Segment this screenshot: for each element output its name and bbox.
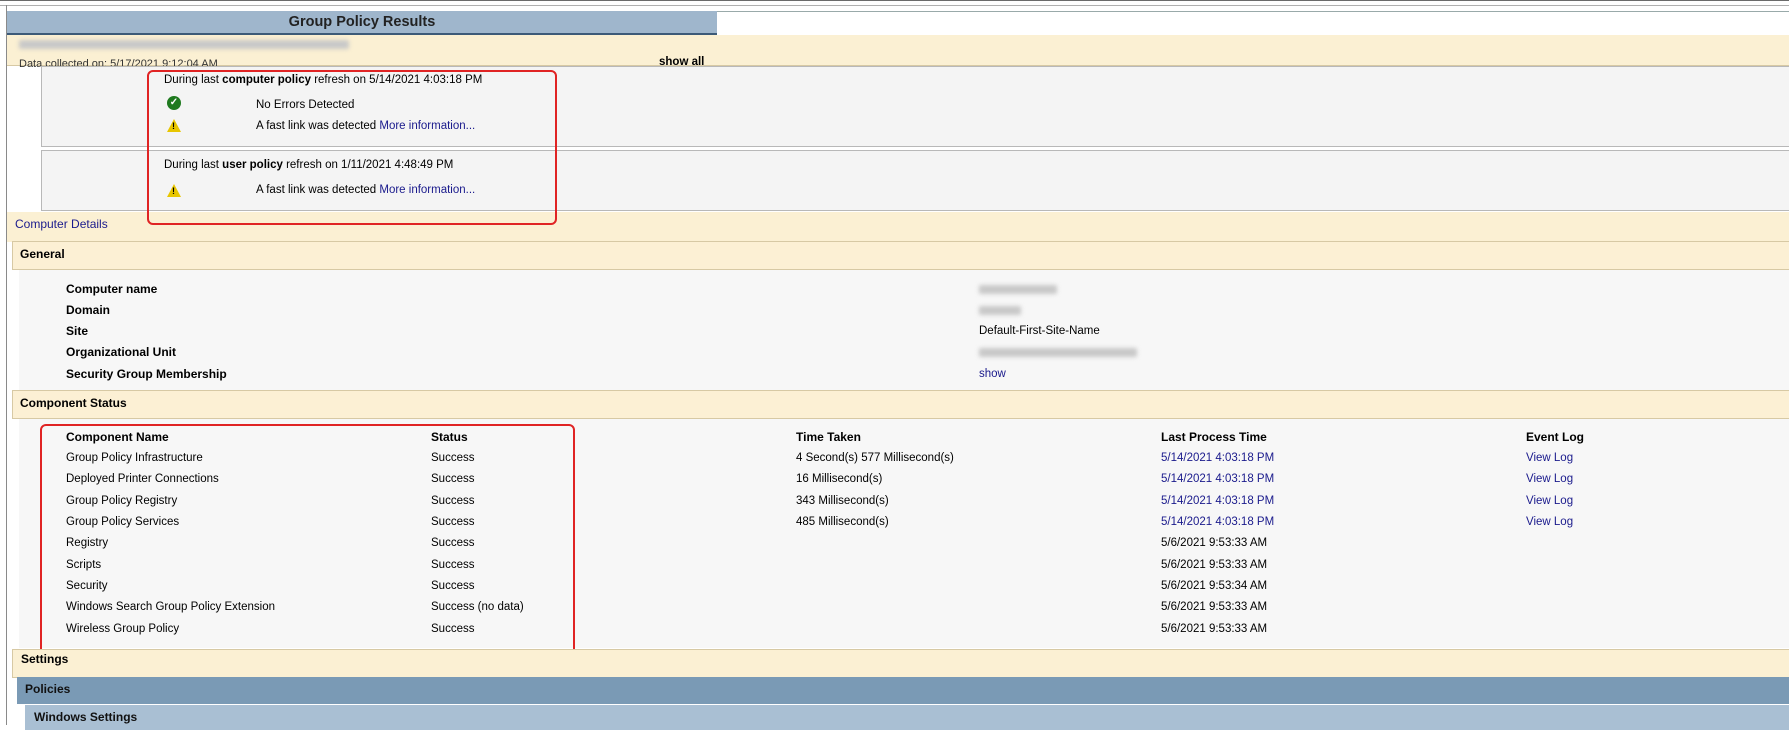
component-name-cell: Scripts <box>66 559 102 571</box>
computer-name-label: Computer name <box>66 282 158 296</box>
user-more-information-link[interactable]: More information... <box>379 184 475 196</box>
top-border <box>0 0 1789 1</box>
computer-policy-label: computer policy <box>222 74 311 86</box>
component-status-cell: Success <box>431 452 475 464</box>
component-last-process-cell: 5/6/2021 9:53:33 AM <box>1161 559 1268 571</box>
redacted-computer-name <box>979 285 1057 294</box>
user-refresh-summary: During last user policy refresh on 1/11/… <box>164 159 454 171</box>
component-last-process-cell[interactable]: 5/14/2021 4:03:18 PM <box>1161 452 1274 464</box>
general-panel <box>19 270 1789 391</box>
organizational-unit-label: Organizational Unit <box>66 345 177 359</box>
component-time-cell: 16 Millisecond(s) <box>796 473 883 485</box>
component-name-cell: Wireless Group Policy <box>66 623 180 635</box>
component-status-cell: Success <box>431 580 475 592</box>
policies-section-header[interactable]: Policies <box>17 677 1789 704</box>
component-status-cell: Success <box>431 537 475 549</box>
component-time-cell: 4 Second(s) 577 Millisecond(s) <box>796 452 954 464</box>
component-status-header[interactable]: Component Status <box>12 390 1789 419</box>
component-last-process-cell: 5/6/2021 9:53:34 AM <box>1161 580 1268 592</box>
component-status-cell: Success <box>431 516 475 528</box>
security-group-show-link[interactable]: show <box>979 368 1006 380</box>
component-time-cell: 485 Millisecond(s) <box>796 516 889 528</box>
component-last-process-cell[interactable]: 5/14/2021 4:03:18 PM <box>1161 516 1274 528</box>
view-log-link[interactable]: View Log <box>1526 516 1573 528</box>
computer-refresh-summary: During last computer policy refresh on 5… <box>164 74 483 86</box>
redacted-hostname <box>19 40 349 49</box>
component-name-cell: Registry <box>66 537 109 549</box>
computer-details-band <box>7 212 1789 242</box>
general-section-header[interactable]: General <box>12 241 1789 270</box>
view-log-link[interactable]: View Log <box>1526 452 1573 464</box>
component-time-cell: 343 Millisecond(s) <box>796 495 889 507</box>
component-status-cell: Success <box>431 623 475 635</box>
user-fast-link-message: A fast link was detected More informatio… <box>256 184 476 196</box>
security-group-label: Security Group Membership <box>66 367 227 381</box>
host-band[interactable] <box>7 35 1789 66</box>
component-last-process-cell: 5/6/2021 9:53:33 AM <box>1161 537 1268 549</box>
check-icon: ✓ <box>167 96 181 110</box>
column-header-last-process-time: Last Process Time <box>1161 430 1267 444</box>
settings-section-header[interactable]: Settings <box>12 649 1789 678</box>
component-last-process-cell[interactable]: 5/14/2021 4:03:18 PM <box>1161 473 1274 485</box>
component-name-cell: Deployed Printer Connections <box>66 473 219 485</box>
site-value: Default-First-Site-Name <box>979 325 1100 337</box>
column-header-status: Status <box>431 430 468 444</box>
component-status-cell: Success <box>431 559 475 571</box>
column-header-time-taken: Time Taken <box>796 430 861 444</box>
view-log-link[interactable]: View Log <box>1526 473 1573 485</box>
component-name-cell: Windows Search Group Policy Extension <box>66 601 276 613</box>
user-policy-label: user policy <box>222 159 283 171</box>
component-status-cell: Success <box>431 495 475 507</box>
domain-label: Domain <box>66 303 111 317</box>
component-status-cell: Success (no data) <box>431 601 524 613</box>
column-header-event-log: Event Log <box>1526 430 1585 444</box>
report-title: Group Policy Results <box>7 11 717 35</box>
component-status-cell: Success <box>431 473 475 485</box>
fast-link-message: A fast link was detected More informatio… <box>256 120 476 132</box>
title-tab-filler <box>717 11 1789 35</box>
redacted-domain <box>979 306 1021 315</box>
component-name-cell: Group Policy Services <box>66 516 180 528</box>
component-name-cell: Group Policy Infrastructure <box>66 452 203 464</box>
view-log-link[interactable]: View Log <box>1526 495 1573 507</box>
more-information-link[interactable]: More information... <box>379 120 475 132</box>
component-last-process-cell[interactable]: 5/14/2021 4:03:18 PM <box>1161 495 1274 507</box>
redacted-organizational-unit <box>979 348 1137 357</box>
computer-details-link[interactable]: Computer Details <box>15 217 108 231</box>
component-name-cell: Security <box>66 580 108 592</box>
site-label: Site <box>66 324 89 338</box>
no-errors-message: No Errors Detected <box>256 99 355 111</box>
left-border <box>6 5 7 725</box>
top-border-inner <box>0 5 1789 6</box>
warning-icon: ! <box>167 184 181 197</box>
component-name-cell: Group Policy Registry <box>66 495 178 507</box>
windows-settings-section-header[interactable]: Windows Settings <box>25 705 1789 730</box>
component-last-process-cell: 5/6/2021 9:53:33 AM <box>1161 623 1268 635</box>
component-last-process-cell: 5/6/2021 9:53:33 AM <box>1161 601 1268 613</box>
column-header-component-name: Component Name <box>66 430 169 444</box>
warning-icon: ! <box>167 119 181 132</box>
